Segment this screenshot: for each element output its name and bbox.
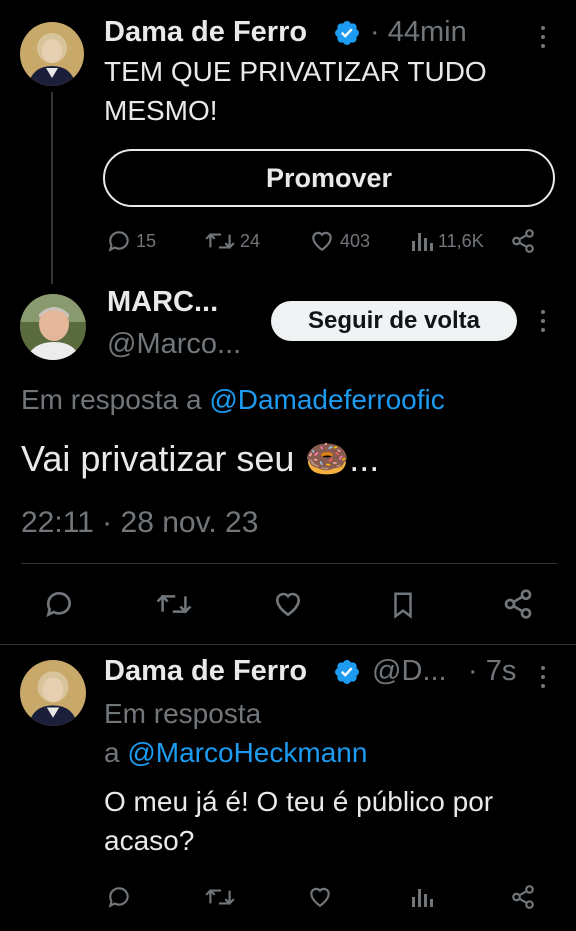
- views-action[interactable]: [410, 884, 434, 910]
- reply-prefix-line2: a: [104, 737, 128, 768]
- retweet-count: 24: [240, 230, 261, 251]
- more-icon[interactable]: [536, 664, 550, 690]
- author-name[interactable]: Dama de Ferro: [104, 16, 307, 49]
- like-button[interactable]: [271, 588, 305, 620]
- avatar-dama-de-ferro[interactable]: [20, 22, 84, 86]
- divider: [0, 644, 576, 645]
- retweet-icon: [205, 889, 235, 905]
- reply-action[interactable]: 15: [106, 228, 156, 254]
- divider: [21, 563, 557, 564]
- author-handle[interactable]: @D...: [372, 655, 447, 688]
- reply-icon: [46, 592, 71, 618]
- reply-prefix: Em resposta a: [21, 384, 210, 415]
- share-icon: [512, 885, 534, 909]
- tweet-timestamp[interactable]: 22:11 · 28 nov. 23: [21, 506, 258, 540]
- retweet-action[interactable]: [204, 884, 236, 910]
- reply-action[interactable]: [106, 884, 132, 910]
- like-action[interactable]: 403: [308, 228, 370, 254]
- like-icon: [275, 592, 301, 617]
- views-icon: [412, 889, 433, 907]
- share-icon: [512, 229, 534, 253]
- views-icon: [412, 233, 433, 251]
- views-action[interactable]: 11,6K: [410, 228, 484, 254]
- tweet-text: Vai privatizar seu 🍩...: [21, 436, 379, 482]
- author-name[interactable]: MARC...: [107, 286, 218, 319]
- tweet-text-main: Vai privatizar seu: [21, 438, 305, 479]
- reply-icon: [108, 887, 129, 908]
- bookmark-button[interactable]: [388, 588, 418, 622]
- tweet-text-ellipsis: ...: [349, 438, 380, 479]
- reply-to-link[interactable]: @MarcoHeckmann: [127, 737, 367, 768]
- like-count: 403: [340, 230, 371, 251]
- tweet-text: O meu já é! O teu é público por acaso?: [104, 786, 494, 856]
- thread-line: [51, 92, 53, 284]
- author-name[interactable]: Dama de Ferro: [104, 655, 307, 688]
- share-action[interactable]: [510, 884, 536, 910]
- promote-button[interactable]: Promover: [103, 149, 555, 207]
- avatar-dama-de-ferro[interactable]: [20, 660, 86, 726]
- like-action[interactable]: [306, 884, 334, 910]
- retweet-action[interactable]: 24: [204, 228, 260, 254]
- more-icon[interactable]: [536, 308, 550, 334]
- retweet-icon: [205, 233, 235, 249]
- share-button[interactable]: [502, 588, 534, 620]
- follow-back-button[interactable]: Seguir de volta: [271, 301, 517, 341]
- author-handle[interactable]: @Marco...: [107, 328, 241, 361]
- reply-button[interactable]: [43, 588, 75, 620]
- reply-context: Em resposta a @MarcoHeckmann: [104, 694, 544, 772]
- donut-emoji: 🍩: [304, 438, 350, 479]
- reply-count: 15: [136, 230, 157, 251]
- reply-prefix-line1: Em resposta: [104, 698, 262, 729]
- share-action[interactable]: [510, 228, 536, 254]
- verified-badge-icon: [335, 660, 359, 684]
- avatar-marco[interactable]: [20, 294, 86, 360]
- tweet-time[interactable]: · 7s: [468, 655, 516, 688]
- share-icon: [504, 589, 532, 619]
- reply-icon: [108, 231, 129, 252]
- tweet-text: TEM QUE PRIVATIZAR TUDO MESMO!: [104, 56, 487, 126]
- views-count: 11,6K: [438, 230, 484, 251]
- tweet-time[interactable]: · 44min: [370, 16, 467, 49]
- more-icon[interactable]: [536, 24, 550, 50]
- like-icon: [312, 231, 332, 251]
- retweet-button[interactable]: [155, 588, 193, 620]
- retweet-icon: [156, 594, 192, 614]
- bookmark-icon: [394, 592, 412, 619]
- reply-to-link[interactable]: @Damadeferroofic: [209, 384, 444, 415]
- like-icon: [310, 887, 330, 907]
- reply-context: Em resposta a @Damadeferroofic: [21, 380, 445, 419]
- verified-badge-icon: [335, 21, 359, 45]
